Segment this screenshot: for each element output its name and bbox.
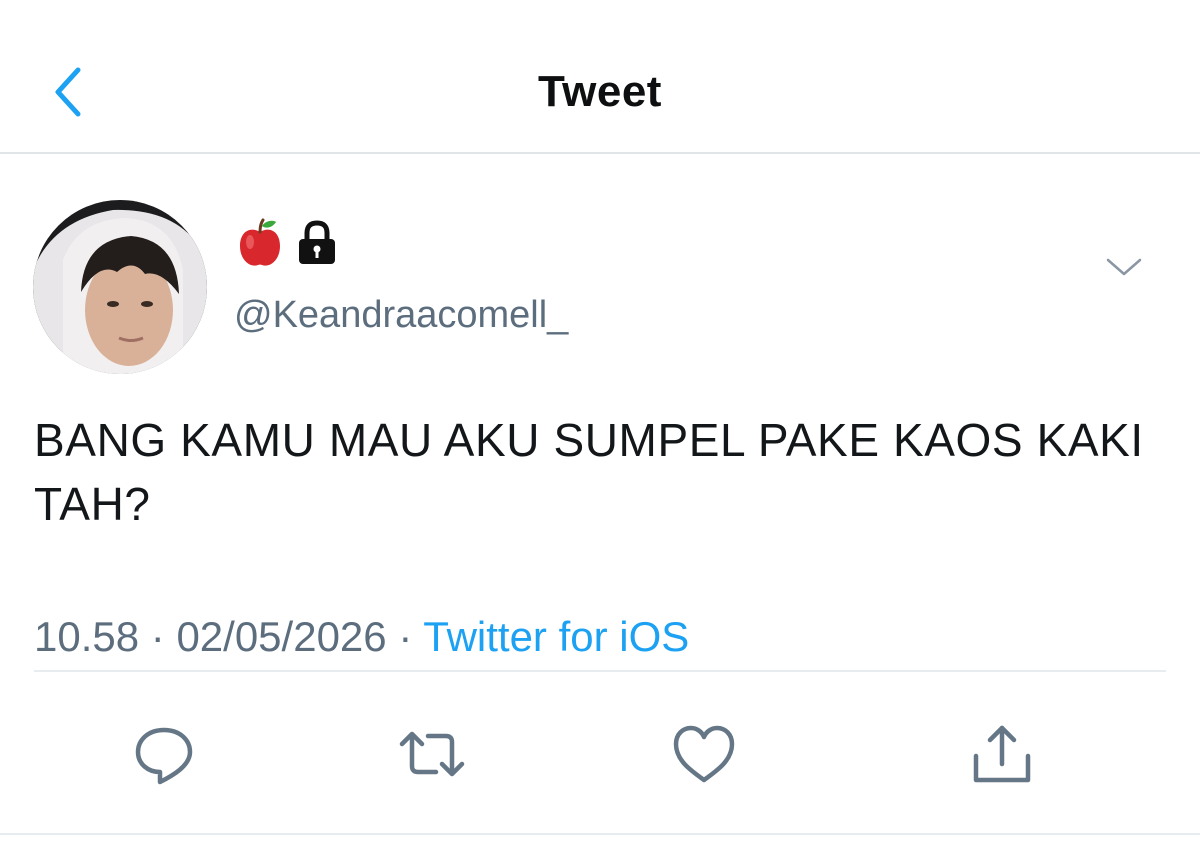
meta-separator: · <box>139 613 177 660</box>
user-handle[interactable]: @Keandraacomell_ <box>234 292 568 338</box>
meta-separator: · <box>386 613 424 660</box>
share-button[interactable] <box>968 720 1036 788</box>
retweet-button[interactable] <box>398 720 466 788</box>
red-apple-icon <box>236 218 284 268</box>
top-navigation-bar: Tweet <box>0 0 1200 154</box>
retweet-icon <box>399 731 465 777</box>
like-button[interactable] <box>670 720 738 788</box>
reply-button[interactable] <box>130 720 198 788</box>
divider <box>34 670 1166 672</box>
tweet-options-button[interactable] <box>1104 252 1144 282</box>
like-icon <box>673 725 735 783</box>
chevron-down-icon <box>1106 258 1142 276</box>
share-icon <box>973 725 1031 783</box>
page-title: Tweet <box>538 67 662 116</box>
divider <box>0 833 1200 835</box>
tweet-text: BANG KAMU MAU AKU SUMPEL PAKE KAOS KAKI … <box>34 414 1144 530</box>
display-name[interactable] <box>236 218 338 268</box>
tweet-metadata: 10.58 · 02/05/2026 · Twitter for iOS <box>34 612 689 662</box>
tweet-source-link[interactable]: Twitter for iOS <box>423 613 689 660</box>
avatar[interactable] <box>33 200 207 374</box>
profile-photo <box>33 200 207 374</box>
tweet-time: 10.58 <box>34 613 140 660</box>
tweet-date: 02/05/2026 <box>176 613 387 660</box>
lock-icon <box>296 220 338 266</box>
reply-icon <box>135 727 193 785</box>
